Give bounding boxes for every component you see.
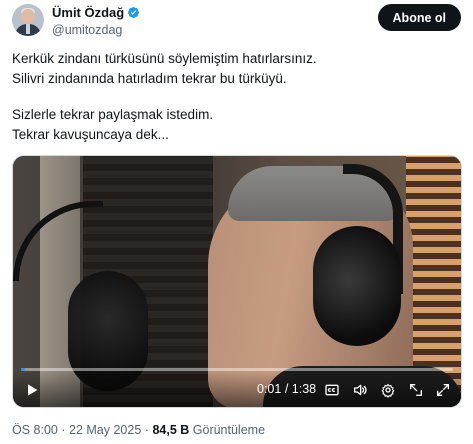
meta-dot: · — [144, 423, 149, 437]
follow-button[interactable]: Abone ol — [377, 4, 461, 31]
views-count: 84,5 B — [152, 423, 190, 437]
verified-badge-icon — [127, 6, 140, 19]
author-display-name[interactable]: Ümit Özdağ — [52, 5, 124, 20]
tweet-text: Kerkük zindanı türküsünü söylemiştim hat… — [12, 49, 461, 145]
meta-dot: · — [61, 423, 66, 437]
tweet-line: Tekrar kavuşuncaya dek... — [12, 127, 169, 142]
tweet-header: Ümit Özdağ @umitozdag Abone ol — [12, 4, 461, 40]
duration: 1:38 — [291, 382, 317, 396]
tweet-line: Sizlerle tekrar paylaşmak istedim. — [12, 107, 214, 122]
play-icon[interactable] — [23, 381, 41, 399]
fullscreen-icon[interactable] — [434, 381, 452, 399]
author-names: Ümit Özdağ @umitozdag — [52, 5, 140, 37]
tweet-line: Silivri zindanında hatırladım tekrar bu … — [12, 71, 287, 86]
tweet-time[interactable]: ÖS 8:00 — [12, 423, 58, 437]
settings-icon[interactable] — [379, 381, 397, 399]
video-player[interactable]: 0:01 / 1:38 — [12, 155, 462, 408]
captions-icon[interactable] — [323, 381, 341, 399]
time-separator: / — [284, 382, 289, 396]
volume-icon[interactable] — [351, 381, 369, 399]
tweet-line: Kerkük zindanı türküsünü söylemiştim hat… — [12, 51, 317, 66]
tweet-date[interactable]: 22 May 2025 — [69, 423, 141, 437]
current-time: 0:01 — [257, 382, 282, 396]
tweet-meta: ÖS 8:00 · 22 May 2025 · 84,5 B Görüntüle… — [12, 423, 265, 437]
pip-icon[interactable] — [407, 381, 425, 399]
views-label: Görüntüleme — [192, 423, 266, 437]
video-controls: 0:01 / 1:38 — [13, 371, 461, 407]
avatar[interactable] — [12, 4, 44, 36]
author-handle[interactable]: @umitozdag — [52, 23, 140, 37]
video-time: 0:01 / 1:38 — [257, 382, 316, 396]
